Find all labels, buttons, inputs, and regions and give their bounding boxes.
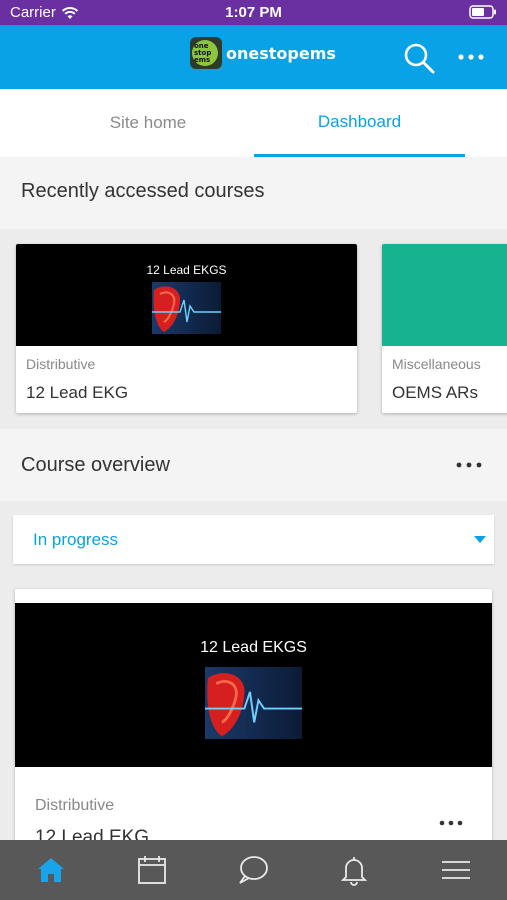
course-image (382, 244, 507, 346)
battery-icon (469, 5, 496, 19)
heart-ekg-image (152, 282, 221, 334)
course-image-title: 12 Lead EKGS (146, 263, 227, 277)
more-options-icon[interactable] (456, 49, 486, 65)
course-image: 12 Lead EKGS (15, 603, 492, 767)
bottom-tab-bar (0, 840, 507, 900)
course-overview-header: Course overview (0, 429, 507, 501)
course-name: 12 Lead EKG (35, 827, 150, 840)
menu-icon[interactable] (440, 854, 472, 886)
course-image-title: 12 Lead EKGS (200, 639, 307, 656)
course-category: Miscellaneous (392, 356, 481, 372)
course-category: Distributive (35, 797, 115, 814)
recent-courses-header: Recently accessed courses (0, 157, 507, 229)
course-filter-select[interactable]: In progress (13, 515, 494, 564)
heart-ekg-image (205, 667, 302, 739)
course-image: 12 Lead EKGS (16, 244, 357, 346)
course-overview-title: Course overview (21, 454, 170, 476)
tab-site-home[interactable]: Site home (42, 89, 254, 157)
recent-courses-title: Recently accessed courses (21, 180, 265, 202)
messages-icon[interactable] (237, 854, 269, 886)
logo-badge: one stop ems (190, 37, 222, 69)
tab-bar: Site home Dashboard (0, 89, 507, 157)
logo-text: onestopems (226, 43, 336, 63)
chevron-down-icon (474, 536, 486, 543)
status-bar: Carrier 1:07 PM (0, 0, 507, 25)
course-card[interactable]: 12 Lead EKGS Distributive 12 Lead EKG (15, 589, 492, 840)
course-name: 12 Lead EKG (26, 383, 129, 402)
recent-course-card[interactable]: 12 Lead EKGS Distributive 12 Lead EKG (16, 244, 357, 413)
more-options-icon[interactable] (455, 457, 483, 473)
search-icon[interactable] (402, 41, 436, 75)
recent-courses-carousel[interactable]: 12 Lead EKGS Distributive 12 Lead EKG Mi… (0, 229, 507, 429)
notifications-icon[interactable] (338, 854, 370, 886)
course-category: Distributive (26, 356, 96, 372)
home-icon[interactable] (35, 854, 67, 886)
course-filter-value: In progress (33, 530, 119, 549)
course-actions-icon[interactable] (438, 817, 464, 829)
course-overview-content: In progress 12 Lead EKGS Distributive 12… (0, 501, 507, 840)
site-logo: one stop ems onestopems (190, 37, 336, 69)
recent-course-card[interactable]: Miscellaneous OEMS ARs (382, 244, 507, 413)
tab-dashboard[interactable]: Dashboard (254, 89, 465, 157)
clock: 1:07 PM (225, 4, 282, 21)
course-name: OEMS ARs (392, 383, 478, 402)
calendar-icon[interactable] (136, 854, 168, 886)
logo-badge-text: one stop ems (194, 42, 212, 64)
app-header: one stop ems onestopems (0, 25, 507, 89)
